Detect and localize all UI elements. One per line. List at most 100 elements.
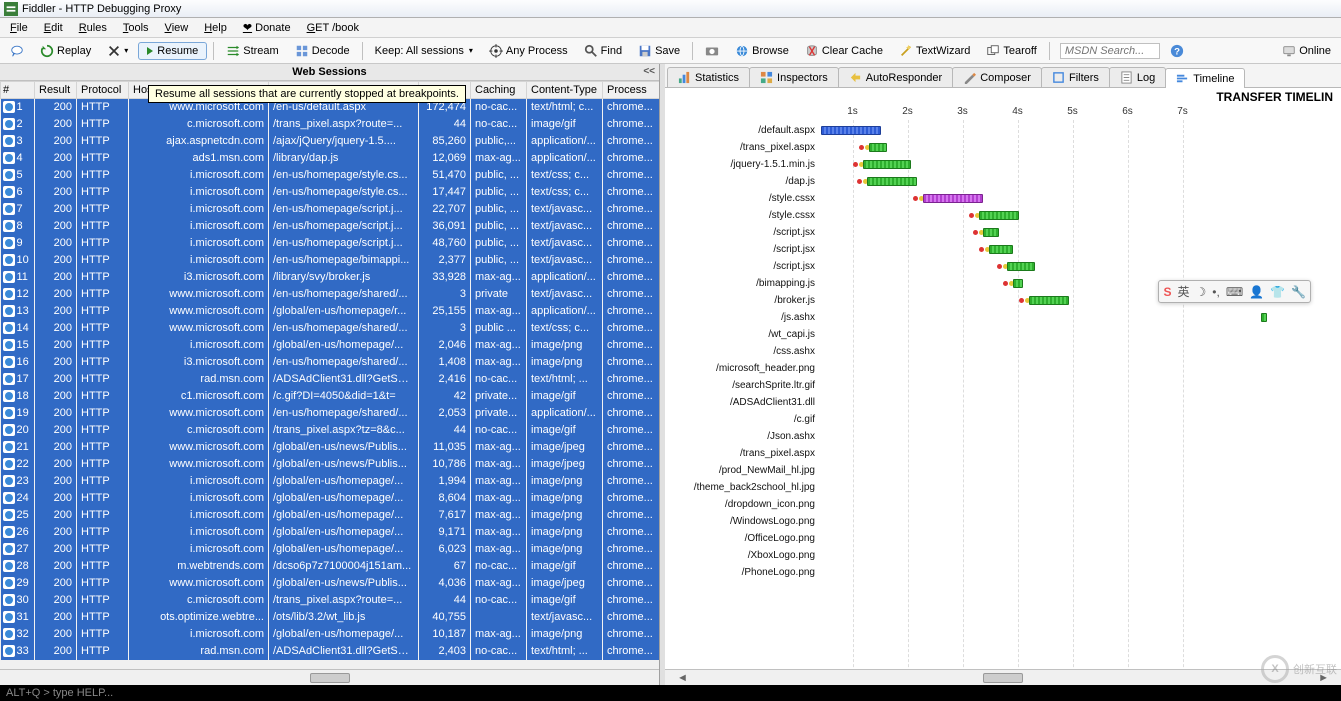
session-row[interactable]: 3200HTTPajax.aspnetcdn.com/ajax/jQuery/j… [1,133,660,150]
tearoff-button[interactable]: Tearoff [980,41,1042,61]
session-row[interactable]: 8200HTTPi.microsoft.com/en-us/homepage/s… [1,218,660,235]
col-header[interactable]: Caching [471,82,527,99]
timeline-row[interactable]: /dropdown_icon.png [665,496,1341,513]
session-row[interactable]: 27200HTTPi.microsoft.com/global/en-us/ho… [1,541,660,558]
timeline-row[interactable]: /script.jsx [665,258,1341,275]
session-row[interactable]: 21200HTTPwww.microsoft.com/global/en-us/… [1,439,660,456]
decode-button[interactable]: Decode [289,41,356,61]
ime-logo-icon[interactable]: S [1163,285,1171,299]
session-row[interactable]: 25200HTTPi.microsoft.com/global/en-us/ho… [1,507,660,524]
ime-person-icon[interactable]: 👤 [1249,285,1264,299]
session-row[interactable]: 9200HTTPi.microsoft.com/en-us/homepage/s… [1,235,660,252]
timeline-pane[interactable]: TRANSFER TIMELIN 1s2s3s4s5s6s7s /default… [665,88,1341,669]
tab-filters[interactable]: Filters [1041,67,1110,87]
h-scrollbar-right[interactable]: ◄► [665,669,1341,685]
timeline-row[interactable]: /script.jsx [665,241,1341,258]
tab-statistics[interactable]: Statistics [667,67,750,87]
timeline-row[interactable]: /trans_pixel.aspx [665,445,1341,462]
menu-tools[interactable]: Tools [115,20,157,36]
session-row[interactable]: 12200HTTPwww.microsoft.com/en-us/homepag… [1,286,660,303]
online-indicator[interactable]: Online [1276,41,1337,61]
session-row[interactable]: 10200HTTPi.microsoft.com/en-us/homepage/… [1,252,660,269]
timeline-row[interactable]: /prod_NewMail_hl.jpg [665,462,1341,479]
msdn-search-input[interactable] [1060,43,1160,59]
session-row[interactable]: 29200HTTPwww.microsoft.com/global/en-us/… [1,575,660,592]
session-row[interactable]: 31200HTTPots.optimize.webtre.../ots/lib/… [1,609,660,626]
tab-log[interactable]: Log [1109,67,1166,87]
timeline-row[interactable]: /jquery-1.5.1.min.js [665,156,1341,173]
session-row[interactable]: 28200HTTPm.webtrends.com/dcso6p7z7100004… [1,558,660,575]
remove-button[interactable]: ▾ [101,41,134,61]
timeline-row[interactable]: /ADSAdClient31.dll [665,394,1341,411]
col-header[interactable]: Result [35,82,77,99]
tab-composer[interactable]: Composer [952,67,1042,87]
textwizard-button[interactable]: TextWizard [893,41,976,61]
tab-timeline[interactable]: Timeline [1165,68,1245,88]
tab-inspectors[interactable]: Inspectors [749,67,839,87]
col-header[interactable]: Process [603,82,660,99]
session-row[interactable]: 14200HTTPwww.microsoft.com/en-us/homepag… [1,320,660,337]
scroll-thumb[interactable] [983,673,1023,683]
session-row[interactable]: 26200HTTPi.microsoft.com/global/en-us/ho… [1,524,660,541]
scroll-thumb[interactable] [310,673,350,683]
menu-view[interactable]: View [157,20,197,36]
menu-getbook[interactable]: GET /book [299,20,367,36]
timeline-row[interactable]: /trans_pixel.aspx [665,139,1341,156]
session-row[interactable]: 30200HTTPc.microsoft.com/trans_pixel.asp… [1,592,660,609]
timeline-row[interactable]: /theme_back2school_hl.jpg [665,479,1341,496]
replay-button[interactable]: Replay [34,41,97,61]
menu-file[interactable]: File [2,20,36,36]
timeline-row[interactable]: /microsoft_header.png [665,360,1341,377]
resume-button[interactable]: Resume [138,42,207,60]
timeline-row[interactable]: /script.jsx [665,224,1341,241]
col-header[interactable]: # [1,82,35,99]
timeline-row[interactable]: /Json.ashx [665,428,1341,445]
collapse-button[interactable]: << [643,66,655,77]
ime-settings-icon[interactable]: 🔧 [1291,285,1306,299]
timeline-row[interactable]: /wt_capi.js [665,326,1341,343]
session-row[interactable]: 15200HTTPi.microsoft.com/global/en-us/ho… [1,337,660,354]
menu-donate[interactable]: ❤ Donate [235,19,299,36]
session-row[interactable]: 24200HTTPi.microsoft.com/global/en-us/ho… [1,490,660,507]
session-row[interactable]: 7200HTTPi.microsoft.com/en-us/homepage/s… [1,201,660,218]
menu-rules[interactable]: Rules [71,20,115,36]
clearcache-button[interactable]: Clear Cache [799,41,889,61]
session-row[interactable]: 18200HTTPc1.microsoft.com/c.gif?DI=4050&… [1,388,660,405]
ime-moon-icon[interactable]: ☽ [1196,285,1207,299]
ime-punct[interactable]: •, [1212,285,1220,299]
timeline-row[interactable]: /style.cssx [665,190,1341,207]
session-row[interactable]: 11200HTTPi3.microsoft.com/library/svy/br… [1,269,660,286]
timeline-row[interactable]: /XboxLogo.png [665,547,1341,564]
col-header[interactable]: Content-Type [527,82,603,99]
session-row[interactable]: 5200HTTPi.microsoft.com/en-us/homepage/s… [1,167,660,184]
menu-edit[interactable]: Edit [36,20,71,36]
timeline-row[interactable]: /default.aspx [665,122,1341,139]
timeline-row[interactable]: /searchSprite.ltr.gif [665,377,1341,394]
session-row[interactable]: 19200HTTPwww.microsoft.com/en-us/homepag… [1,405,660,422]
timeline-row[interactable]: /css.ashx [665,343,1341,360]
timeline-row[interactable]: /c.gif [665,411,1341,428]
h-scrollbar[interactable] [0,669,659,685]
session-row[interactable]: 6200HTTPi.microsoft.com/en-us/homepage/s… [1,184,660,201]
timeline-row[interactable]: /WindowsLogo.png [665,513,1341,530]
ime-toolbar[interactable]: S 英 ☽ •, ⌨ 👤 👕 🔧 [1158,280,1311,303]
col-header[interactable]: Protocol [77,82,129,99]
tab-autoresponder[interactable]: AutoResponder [838,67,953,87]
session-row[interactable]: 20200HTTPc.microsoft.com/trans_pixel.asp… [1,422,660,439]
session-row[interactable]: 33200HTTPrad.msn.com/ADSAdClient31.dll?G… [1,643,660,660]
menu-help[interactable]: Help [196,20,235,36]
camera-button[interactable] [699,41,725,61]
timeline-row[interactable]: /dap.js [665,173,1341,190]
session-row[interactable]: 2200HTTPc.microsoft.com/trans_pixel.aspx… [1,116,660,133]
save-button[interactable]: Save [632,41,686,61]
session-row[interactable]: 16200HTTPi3.microsoft.com/en-us/homepage… [1,354,660,371]
timeline-row[interactable]: /OfficeLogo.png [665,530,1341,547]
session-row[interactable]: 22200HTTPwww.microsoft.com/global/en-us/… [1,456,660,473]
session-row[interactable]: 23200HTTPi.microsoft.com/global/en-us/ho… [1,473,660,490]
sessions-grid[interactable]: #ResultProtocolHostURLBodyCachingContent… [0,81,659,660]
timeline-row[interactable]: /PhoneLogo.png [665,564,1341,581]
anyprocess-button[interactable]: Any Process [483,41,574,61]
stream-button[interactable]: Stream [220,41,284,61]
session-row[interactable]: 32200HTTPi.microsoft.com/global/en-us/ho… [1,626,660,643]
help-button[interactable]: ? [1164,41,1190,61]
